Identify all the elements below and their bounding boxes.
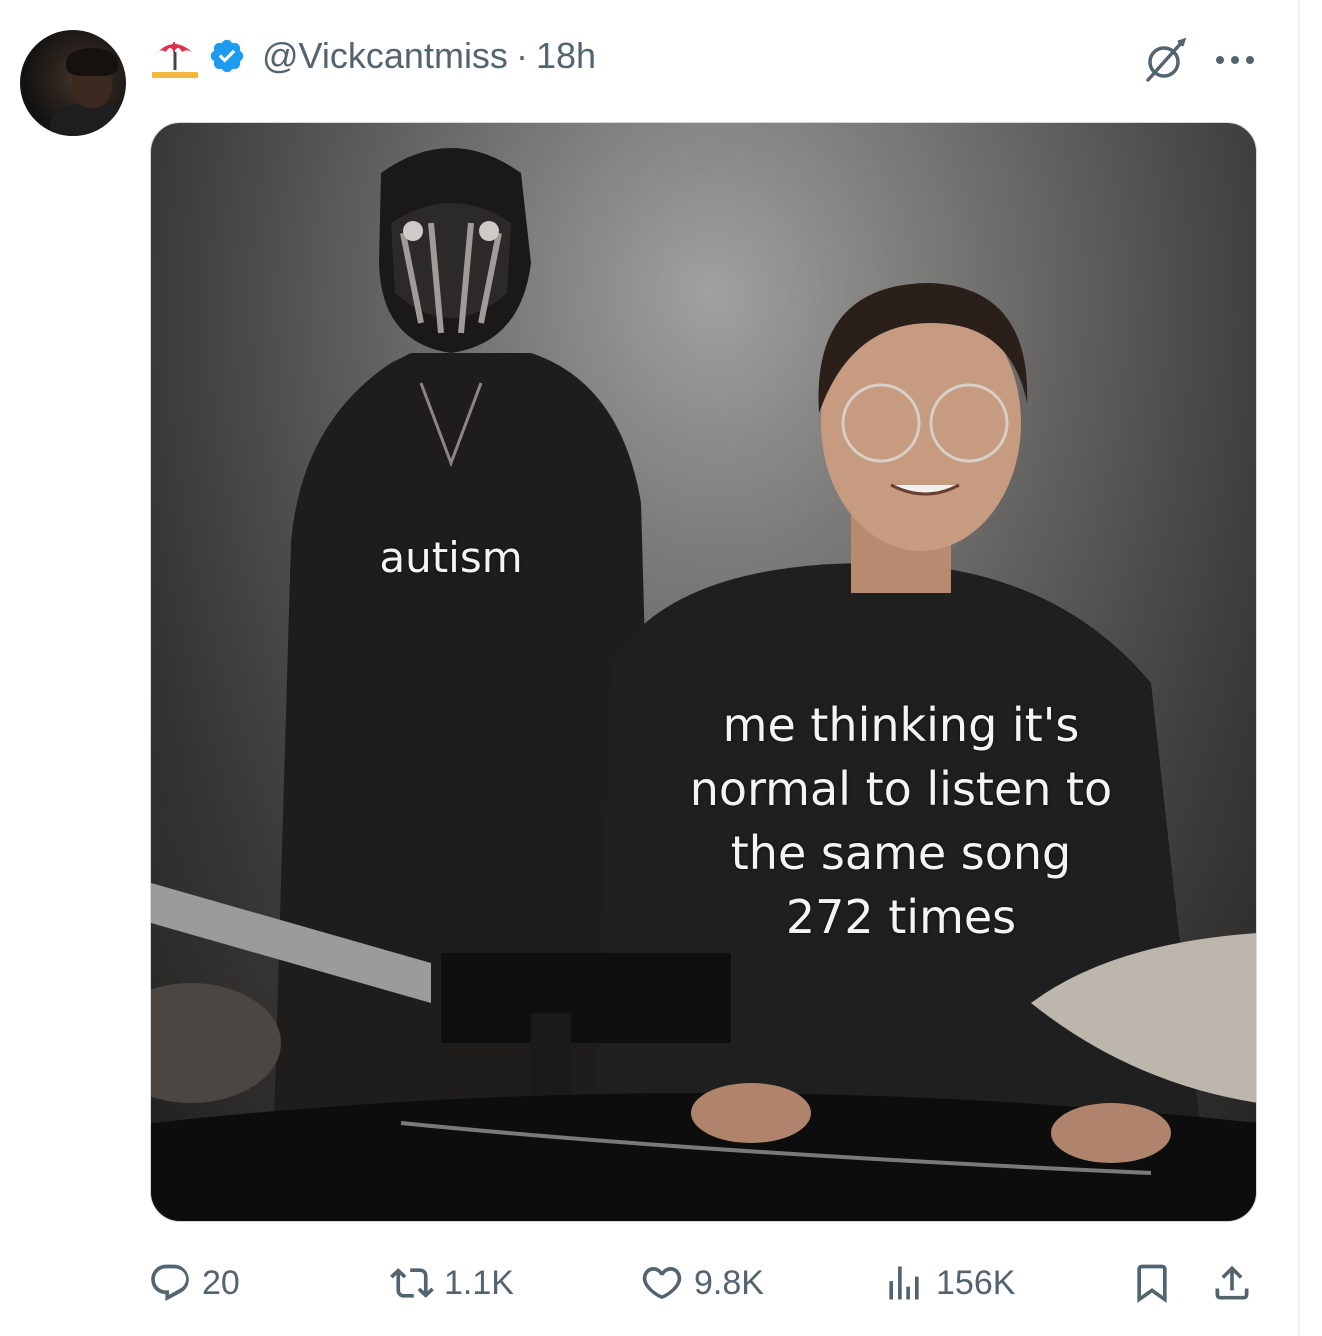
reply-icon (151, 1264, 189, 1301)
retweet-count: 1.1K (444, 1263, 514, 1302)
column-divider (1298, 0, 1300, 1336)
meme-photo (151, 123, 1256, 1221)
caption-autism: autism (379, 533, 523, 582)
verified-badge-icon[interactable] (208, 37, 246, 75)
tweet-media-image[interactable]: autism me thinking it's normal to listen… (150, 122, 1257, 1222)
share-button[interactable] (1210, 1258, 1254, 1308)
umbrella-on-ground-icon (152, 42, 198, 78)
tweet[interactable]: @Vickcantmiss · 18h autism me thinking i… (0, 0, 1322, 1336)
tweet-timestamp[interactable]: 18h (536, 35, 596, 77)
avatar[interactable] (20, 30, 126, 136)
bookmark-icon (1137, 1264, 1167, 1304)
like-count: 9.8K (694, 1263, 764, 1302)
views-count: 156K (936, 1263, 1016, 1302)
retweet-button[interactable]: 1.1K (390, 1258, 514, 1308)
grok-icon[interactable] (1140, 36, 1188, 84)
views-button[interactable]: 156K (882, 1258, 1015, 1308)
views-chart-icon (889, 1266, 919, 1300)
reply-count: 20 (202, 1263, 240, 1302)
separator-dot: · (515, 35, 528, 76)
bookmark-button[interactable] (1130, 1258, 1174, 1308)
retweet-icon (390, 1268, 434, 1298)
heart-icon (642, 1267, 682, 1299)
like-button[interactable]: 9.8K (640, 1258, 764, 1308)
tweet-header: @Vickcantmiss · 18h (150, 32, 596, 80)
share-icon (1215, 1265, 1249, 1300)
reply-button[interactable]: 20 (148, 1258, 240, 1308)
caption-me-thinking: me thinking it's normal to listen to the… (689, 698, 1113, 944)
more-options-icon[interactable] (1212, 40, 1258, 80)
author-handle[interactable]: @Vickcantmiss (262, 35, 508, 77)
